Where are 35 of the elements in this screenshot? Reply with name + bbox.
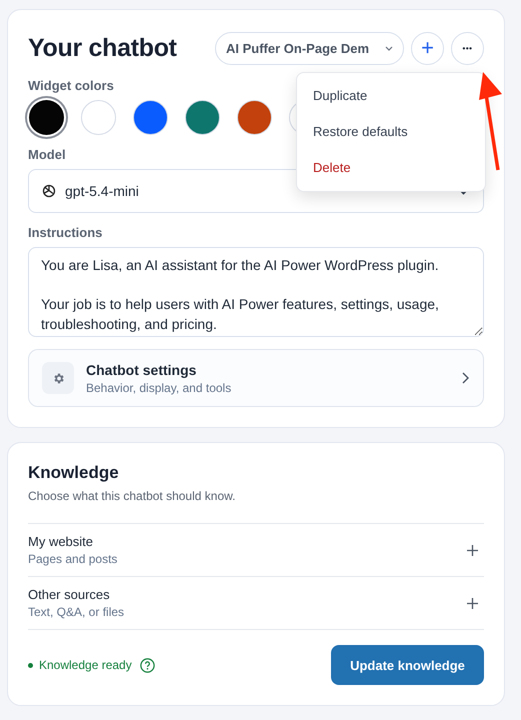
- model-icon: [42, 184, 56, 198]
- source-subtitle: Text, Q&A, or files: [28, 605, 124, 619]
- chatbot-select[interactable]: AI Puffer On-Page Dem: [215, 32, 404, 64]
- add-button[interactable]: +: [411, 32, 444, 64]
- help-icon[interactable]: [140, 658, 155, 672]
- color-swatch[interactable]: [185, 100, 220, 135]
- plus-icon: [467, 598, 478, 608]
- source-title: Other sources: [28, 587, 110, 602]
- field-label: Widget colors: [28, 78, 115, 93]
- color-swatch[interactable]: [81, 100, 116, 135]
- color-swatch[interactable]: [133, 100, 168, 135]
- source-row[interactable]: My website Pages and posts: [28, 524, 484, 577]
- more-button[interactable]: •••: [451, 32, 484, 64]
- update-knowledge-button[interactable]: Update knowledge: [331, 645, 484, 685]
- caret-icon: [385, 46, 393, 50]
- source-row[interactable]: Other sources Text, Q&A, or files: [28, 577, 484, 630]
- card-subtitle: Choose what this chatbot should know.: [28, 489, 236, 503]
- source-subtitle: Pages and posts: [28, 552, 118, 566]
- status-text: Knowledge ready: [39, 658, 132, 672]
- color-swatch[interactable]: [237, 100, 272, 135]
- card-title: Your chatbot: [28, 34, 177, 62]
- instructions-field[interactable]: You are Lisa, an AI assistant for the AI Power WordPress plugin. Your job is to help users with AI Power features, settings, usage, troubleshooting, and pricing.: [28, 247, 484, 337]
- field-label: Model: [28, 147, 67, 162]
- source-title: My website: [28, 534, 94, 549]
- field-label: Instructions: [28, 225, 104, 240]
- gear-icon: [52, 372, 64, 384]
- settings-title: Chatbot settings: [86, 362, 196, 378]
- card-title: Knowledge: [28, 463, 120, 483]
- color-swatch[interactable]: [29, 100, 64, 135]
- plus-icon: [467, 544, 478, 556]
- settings-subtitle: Behavior, display, and tools: [86, 380, 232, 394]
- chevron-right-icon: [462, 372, 469, 384]
- menu-item[interactable]: Restore defaults: [297, 114, 485, 150]
- settings-row[interactable]: Chatbot settings Behavior, display, and tools: [28, 349, 484, 407]
- menu-item[interactable]: Duplicate: [297, 78, 485, 114]
